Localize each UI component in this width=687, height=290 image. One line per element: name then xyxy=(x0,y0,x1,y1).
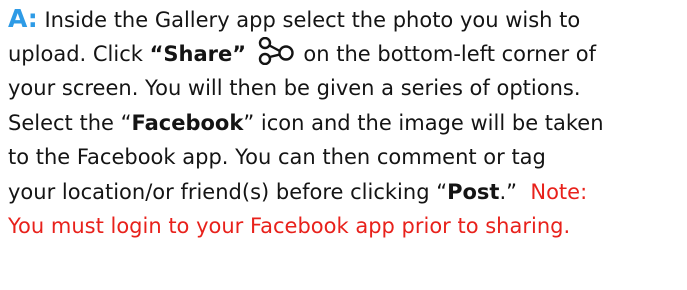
note-text: You must login to your Facebook app prio… xyxy=(8,214,571,238)
line5-text: to the Facebook app. You can then commen… xyxy=(8,145,546,169)
share-icon xyxy=(258,36,294,65)
line2-pre: upload. Click xyxy=(8,41,150,66)
step-marker: A: xyxy=(8,4,38,33)
line2-post: on the bottom-left corner of xyxy=(303,41,597,66)
line6-post: .” xyxy=(499,179,531,204)
paragraph-line-5: to the Facebook app. You can then commen… xyxy=(8,140,679,175)
paragraph-line-6: your location/or friend(s) before clicki… xyxy=(8,175,679,210)
paragraph-line-2: upload. Click “Share” on the bottom-left… xyxy=(8,36,679,72)
paragraph-line-3: your screen. You will then be given a se… xyxy=(8,71,679,106)
line6-pre: your location/or friend(s) before clicki… xyxy=(8,179,448,204)
paragraph-line-1: A: Inside the Gallery app select the pho… xyxy=(8,2,679,37)
line1-text: Inside the Gallery app select the photo … xyxy=(37,8,581,32)
line4-post: ” icon and the image will be taken xyxy=(243,110,604,135)
instruction-paragraph: A: Inside the Gallery app select the pho… xyxy=(0,0,687,290)
line3-text: your screen. You will then be given a se… xyxy=(8,76,581,100)
paragraph-line-4: Select the “Facebook” icon and the image… xyxy=(8,106,679,141)
paragraph-line-7: You must login to your Facebook app prio… xyxy=(8,209,679,244)
share-label: “Share” xyxy=(149,41,247,66)
post-label: Post xyxy=(447,179,500,204)
line4-pre: Select the “ xyxy=(8,110,132,135)
facebook-label: Facebook xyxy=(131,110,244,135)
note-label: Note: xyxy=(530,179,588,204)
